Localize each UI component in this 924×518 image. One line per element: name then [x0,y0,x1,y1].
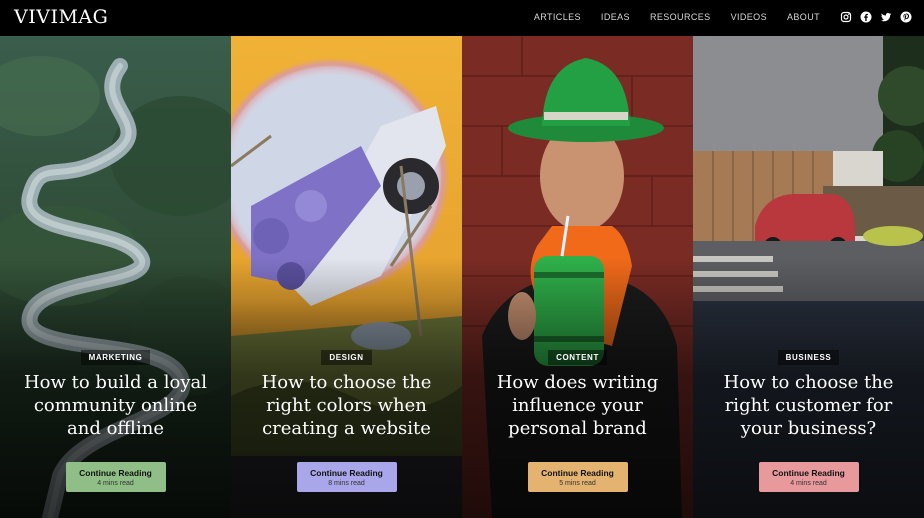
article-card-marketing[interactable]: MARKETING How to build a loyal community… [0,36,231,518]
article-card-content[interactable]: CONTENT How does writing influence your … [462,36,693,518]
continue-reading-button[interactable]: Continue Reading 5 mins read [527,462,628,492]
category-badge[interactable]: CONTENT [548,350,607,365]
nav-articles[interactable]: ARTICLES [534,12,581,22]
read-time: 5 mins read [559,479,596,487]
nav-ideas[interactable]: IDEAS [601,12,630,22]
instagram-icon[interactable] [840,11,852,23]
twitter-icon[interactable] [880,11,892,23]
read-time: 8 mins read [328,479,365,487]
category-badge[interactable]: DESIGN [321,350,372,365]
category-badge[interactable]: MARKETING [80,350,151,365]
continue-reading-button[interactable]: Continue Reading 8 mins read [296,462,397,492]
button-label: Continue Reading [541,467,614,478]
social-links [840,11,912,23]
article-title[interactable]: How to build a loyal community online an… [16,371,216,440]
nav-resources[interactable]: RESOURCES [650,12,711,22]
read-time: 4 mins read [97,479,134,487]
site-logo[interactable]: VIVIMAG [14,6,108,28]
category-badge[interactable]: BUSINESS [777,350,840,365]
facebook-icon[interactable] [860,11,872,23]
article-card-business[interactable]: BUSINESS How to choose the right custome… [693,36,924,518]
pinterest-icon[interactable] [900,11,912,23]
button-label: Continue Reading [79,467,152,478]
card-content: MARKETING How to build a loyal community… [0,350,231,492]
card-content: DESIGN How to choose the right colors wh… [231,350,462,492]
continue-reading-button[interactable]: Continue Reading 4 mins read [65,462,166,492]
read-time: 4 mins read [790,479,827,487]
article-title[interactable]: How to choose the right colors when crea… [247,371,447,440]
article-title[interactable]: How to choose the right customer for you… [709,371,909,440]
card-content: CONTENT How does writing influence your … [462,350,693,492]
top-bar: VIVIMAG ARTICLES IDEAS RESOURCES VIDEOS … [0,0,924,36]
nav-videos[interactable]: VIDEOS [731,12,767,22]
main-nav: ARTICLES IDEAS RESOURCES VIDEOS ABOUT [514,12,820,22]
nav-about[interactable]: ABOUT [787,12,820,22]
button-label: Continue Reading [310,467,383,478]
page: VIVIMAG ARTICLES IDEAS RESOURCES VIDEOS … [0,0,924,518]
button-label: Continue Reading [772,467,845,478]
continue-reading-button[interactable]: Continue Reading 4 mins read [758,462,859,492]
article-card-design[interactable]: DESIGN How to choose the right colors wh… [231,36,462,518]
card-content: BUSINESS How to choose the right custome… [693,350,924,492]
article-title[interactable]: How does writing influence your personal… [478,371,678,440]
